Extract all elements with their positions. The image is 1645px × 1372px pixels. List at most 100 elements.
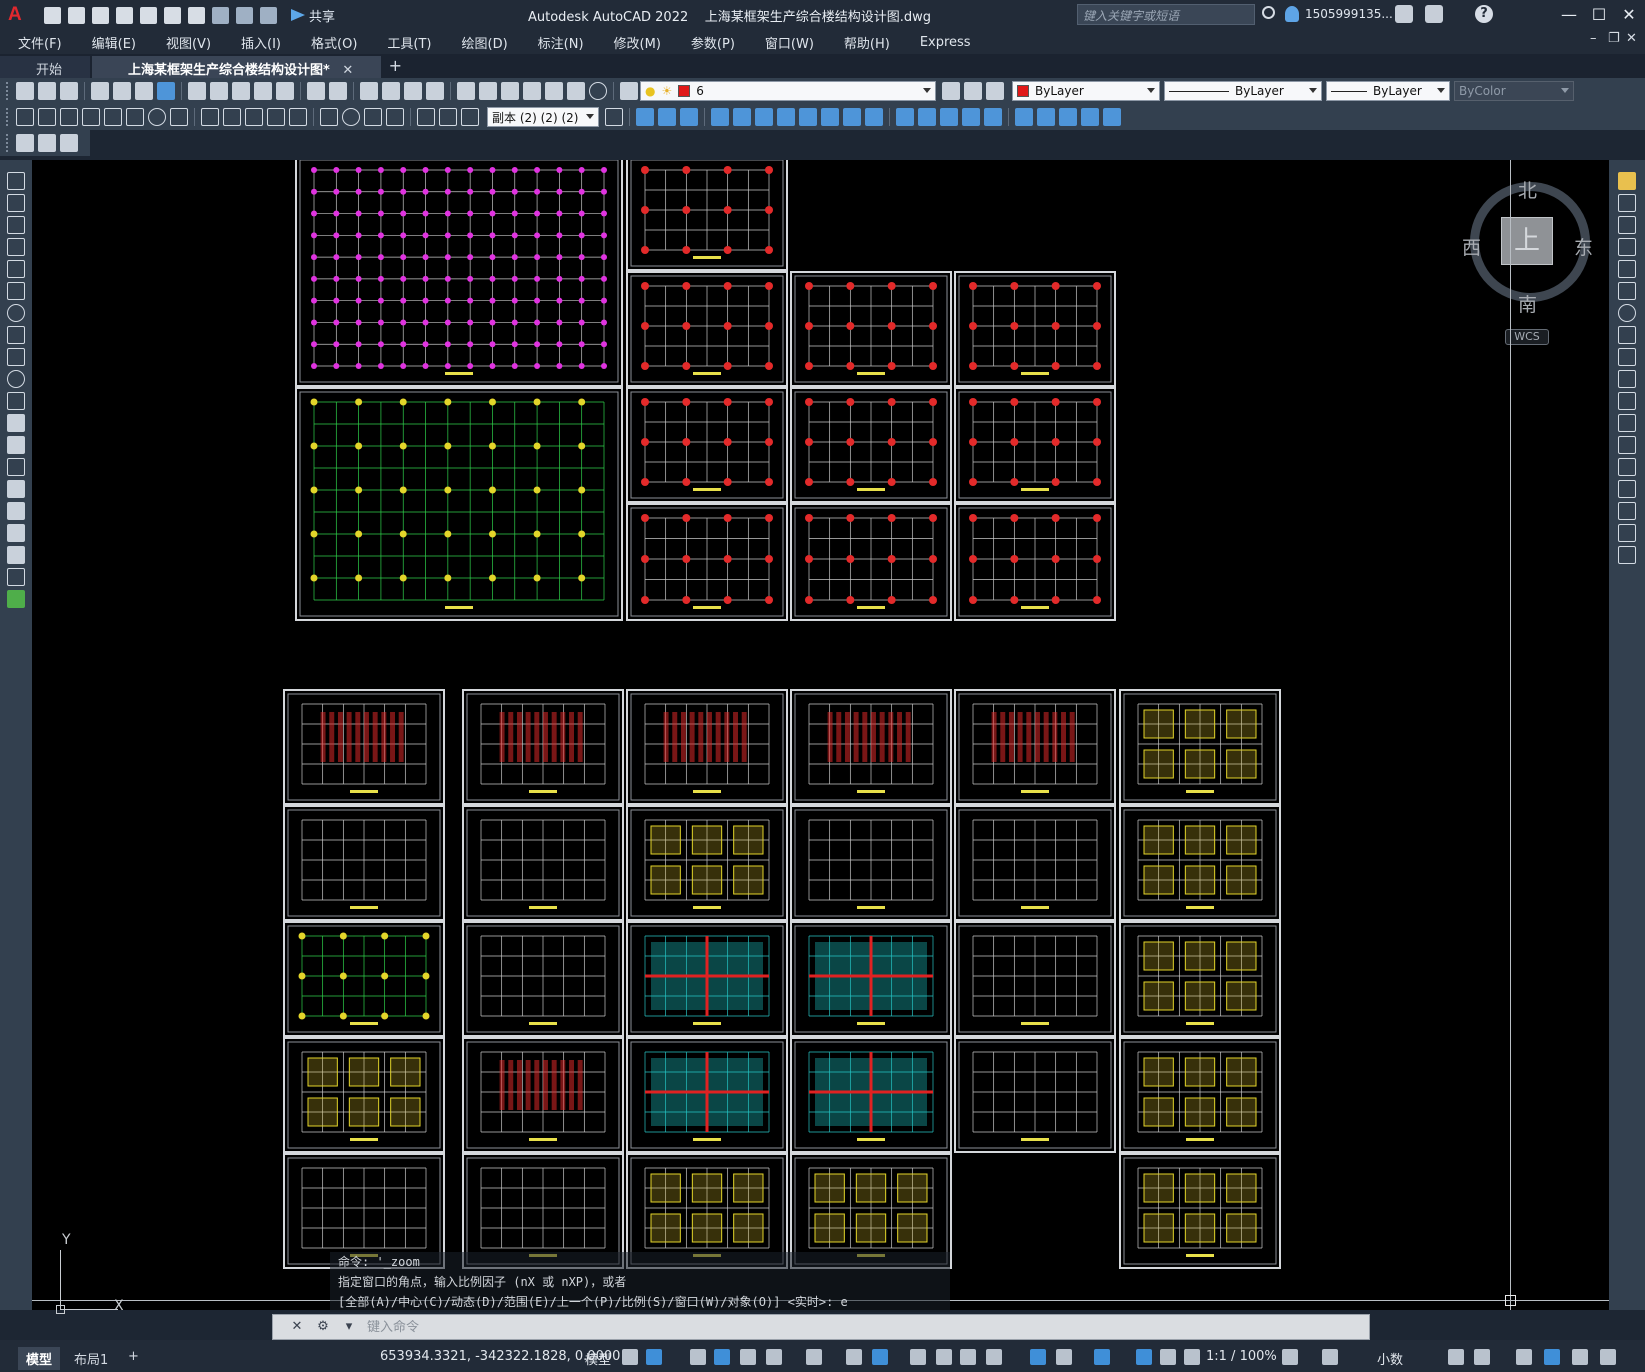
annotation-scale-value[interactable]: 1:1 / 100% <box>1206 1349 1277 1364</box>
user-account-name[interactable]: 1505999135... <box>1305 7 1393 21</box>
aligned-dimension-icon[interactable] <box>38 108 56 126</box>
undo-icon[interactable] <box>307 82 325 100</box>
color-faces-icon[interactable] <box>865 108 883 126</box>
viewcube-east-label[interactable]: 东 <box>1574 233 1593 260</box>
grid-icon[interactable] <box>622 1349 638 1365</box>
dimension-edit-icon[interactable] <box>417 108 435 126</box>
section-icon[interactable] <box>1081 108 1099 126</box>
ordinate-dimension-icon[interactable] <box>82 108 100 126</box>
circle-icon[interactable] <box>7 304 25 322</box>
taper-faces-icon[interactable] <box>821 108 839 126</box>
menu-tools[interactable]: 工具(T) <box>372 33 446 52</box>
isometric-icon[interactable] <box>806 1349 822 1365</box>
add-selected-icon[interactable] <box>7 590 25 608</box>
lock-ui-icon[interactable] <box>1474 1349 1490 1365</box>
make-current-layer-icon[interactable] <box>942 82 960 100</box>
dimension-break-icon[interactable] <box>289 108 307 126</box>
annotation-scale-icon[interactable] <box>1184 1349 1200 1365</box>
dynamic-input-icon[interactable] <box>714 1349 730 1365</box>
object-snap-tracking-icon[interactable] <box>846 1349 862 1365</box>
match-properties-icon[interactable] <box>254 82 272 100</box>
transparency-icon[interactable] <box>936 1349 952 1365</box>
ellipse-icon[interactable] <box>7 370 25 388</box>
redo-icon[interactable] <box>329 82 347 100</box>
3d-dwf-icon[interactable] <box>157 82 175 100</box>
intersect-icon[interactable] <box>680 108 698 126</box>
move-faces-icon[interactable] <box>733 108 751 126</box>
subtract-icon[interactable] <box>658 108 676 126</box>
break-icon[interactable] <box>1618 436 1636 454</box>
menu-view[interactable]: 视图(V) <box>151 33 226 52</box>
new-tab-button[interactable]: + <box>383 56 407 78</box>
arc-icon[interactable] <box>7 282 25 300</box>
recent-commands-icon[interactable]: ▾ <box>339 1319 359 1335</box>
diameter-dimension-icon[interactable] <box>148 108 166 126</box>
menu-express[interactable]: Express <box>905 35 986 50</box>
snap-icon[interactable] <box>646 1349 662 1365</box>
cart-icon[interactable] <box>1395 5 1413 23</box>
chamfer-icon[interactable] <box>1618 480 1636 498</box>
hardware-acceleration-icon[interactable] <box>1544 1349 1560 1365</box>
dimension-style-icon[interactable] <box>605 108 623 126</box>
infer-constraints-icon[interactable] <box>690 1349 706 1365</box>
viewcube-north-label[interactable]: 北 <box>1518 176 1537 203</box>
break-at-point-icon[interactable] <box>1618 414 1636 432</box>
center-mark-icon[interactable] <box>342 108 360 126</box>
units-value[interactable]: 小数 <box>1377 1349 1403 1368</box>
user-icon[interactable] <box>1285 6 1299 22</box>
selection-cycling-icon[interactable] <box>960 1349 976 1365</box>
isolate-objects-icon[interactable] <box>1516 1349 1532 1365</box>
sheet-set-icon[interactable] <box>523 82 541 100</box>
toolbar-grip[interactable] <box>6 108 10 126</box>
continue-dimension-icon[interactable] <box>245 108 263 126</box>
extrude-faces-icon[interactable] <box>711 108 729 126</box>
doc-restore-button[interactable]: ❐ <box>1608 31 1620 46</box>
ellipse-arc-icon[interactable] <box>7 392 25 410</box>
zoom-window-icon[interactable] <box>404 82 422 100</box>
help-icon[interactable]: ? <box>1475 5 1493 23</box>
calculator-icon[interactable] <box>567 82 585 100</box>
polar-tracking-icon[interactable] <box>766 1349 782 1365</box>
save-as-icon[interactable] <box>116 6 133 24</box>
region-icon[interactable] <box>7 524 25 542</box>
erase-icon[interactable] <box>1618 172 1636 190</box>
wcs-menu-button[interactable]: WCS <box>1505 329 1549 345</box>
toolbar-grip[interactable] <box>6 82 10 100</box>
share-button[interactable]: 共享 <box>291 6 335 25</box>
command-input[interactable] <box>367 1319 1267 1335</box>
customize-command-icon[interactable]: ⚙ <box>313 1319 333 1335</box>
doc-close-button[interactable]: ✕ <box>1626 31 1637 46</box>
check-icon[interactable] <box>1037 108 1055 126</box>
polyline-icon[interactable] <box>7 216 25 234</box>
menu-edit[interactable]: 编辑(E) <box>77 33 151 52</box>
dimension-update-icon[interactable] <box>461 108 479 126</box>
polygon-icon[interactable] <box>7 238 25 256</box>
annotation-monitor-icon[interactable] <box>1322 1349 1338 1365</box>
tool-palettes-icon[interactable] <box>501 82 519 100</box>
viewcube-west-label[interactable]: 西 <box>1462 233 1481 260</box>
block-attribute-icon[interactable] <box>16 134 34 152</box>
linetype-dropdown[interactable]: ByLayer <box>1164 81 1322 101</box>
imprint-icon[interactable] <box>940 108 958 126</box>
rotate-faces-icon[interactable] <box>799 108 817 126</box>
revision-cloud-icon[interactable] <box>7 326 25 344</box>
menu-insert[interactable]: 插入(I) <box>226 33 296 52</box>
menu-parametric[interactable]: 参数(P) <box>676 33 750 52</box>
manage-attributes-icon[interactable] <box>60 134 78 152</box>
edit-attribute-icon[interactable] <box>38 134 56 152</box>
search-icon[interactable] <box>1262 6 1275 19</box>
menu-window[interactable]: 窗口(W) <box>750 33 829 52</box>
line-icon[interactable] <box>7 172 25 190</box>
tolerance-icon[interactable] <box>320 108 338 126</box>
dimension-style-dropdown[interactable]: 副本 (2) (2) (2) <box>487 107 599 127</box>
design-center-icon[interactable] <box>479 82 497 100</box>
plot-preview-icon[interactable] <box>113 82 131 100</box>
menu-dimension[interactable]: 标注(N) <box>523 33 599 52</box>
save-icon[interactable] <box>92 6 109 24</box>
menu-format[interactable]: 格式(O) <box>296 33 372 52</box>
ortho-icon[interactable] <box>740 1349 756 1365</box>
publish-icon[interactable] <box>135 82 153 100</box>
open-file-icon[interactable] <box>68 6 85 24</box>
hatch-icon[interactable] <box>7 480 25 498</box>
cut-icon[interactable] <box>188 82 206 100</box>
